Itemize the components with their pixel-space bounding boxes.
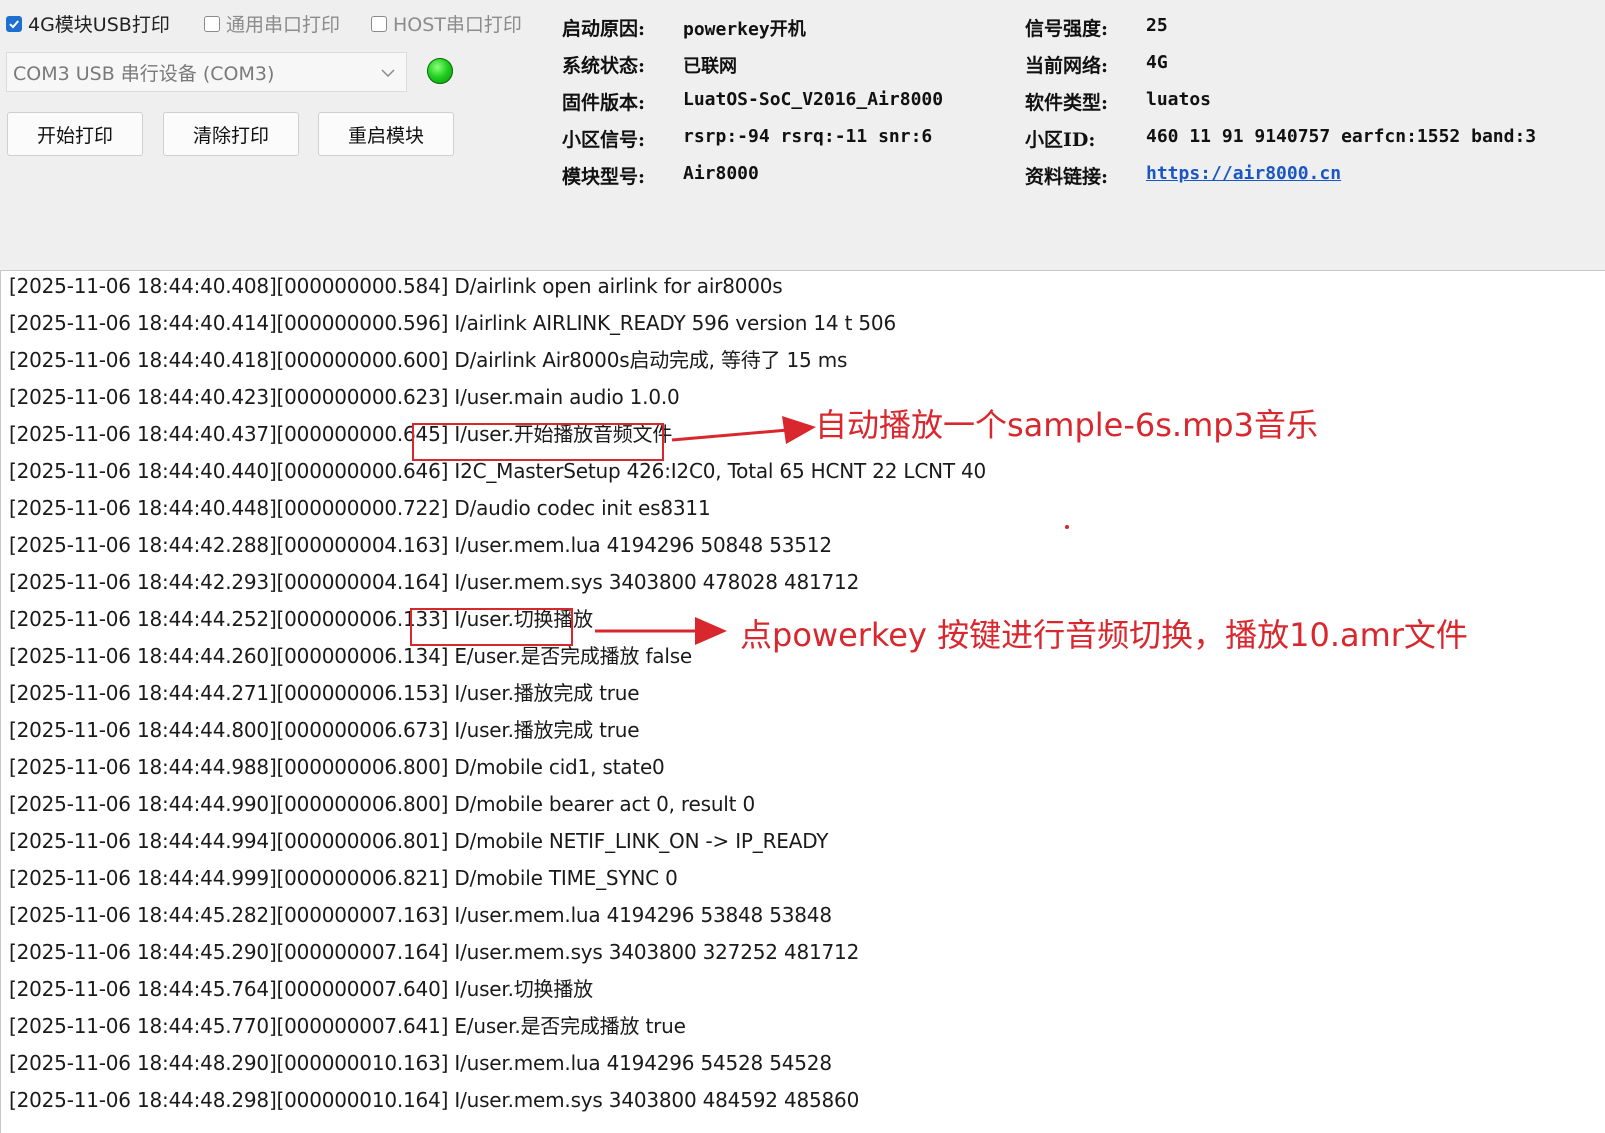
- info-label: 软件类型:: [1025, 92, 1109, 114]
- info-label: 启动原因:: [562, 18, 646, 40]
- log-line: [2025-11-06 18:44:44.988][000000006.800]…: [9, 755, 665, 779]
- highlight-box-switch-playback: [410, 608, 573, 646]
- log-line: [2025-11-06 18:44:45.282][000000007.163]…: [9, 903, 832, 927]
- log-line: [2025-11-06 18:44:40.408][000000000.584]…: [9, 274, 783, 298]
- log-line: [2025-11-06 18:44:45.770][000000007.641]…: [9, 1014, 686, 1038]
- port-select[interactable]: COM3 USB 串行设备 (COM3): [6, 52, 407, 92]
- log-line: [2025-11-06 18:44:44.994][000000006.801]…: [9, 829, 829, 853]
- start-print-button[interactable]: 开始打印: [7, 112, 143, 156]
- info-label: 固件版本:: [562, 92, 646, 114]
- port-select-value: COM3 USB 串行设备 (COM3): [13, 62, 275, 85]
- info-value: LuatOS-SoC_V2016_Air8000: [683, 89, 944, 110]
- log-line: [2025-11-06 18:44:42.288][000000004.163]…: [9, 533, 832, 557]
- info-value: rsrp:-94 rsrq:-11 snr:6: [683, 126, 933, 147]
- annotation-auto-play: 自动播放一个sample-6s.mp3音乐: [815, 406, 1318, 444]
- info-label: 信号强度:: [1025, 18, 1109, 40]
- info-label: 模块型号:: [562, 166, 646, 188]
- uart-print-checkbox[interactable]: 通用串口打印: [204, 10, 340, 37]
- info-label: 小区ID:: [1025, 129, 1096, 151]
- log-line: [2025-11-06 18:44:44.800][000000006.673]…: [9, 718, 640, 742]
- info-label: 当前网络:: [1025, 55, 1109, 77]
- log-line: [2025-11-06 18:44:48.290][000000010.163]…: [9, 1051, 832, 1075]
- checkbox-checked-icon: [6, 15, 22, 32]
- log-line: [2025-11-06 18:44:48.298][000000010.164]…: [9, 1088, 860, 1112]
- restart-module-button[interactable]: 重启模块: [318, 112, 454, 156]
- info-value: 460 11 91 9140757 earfcn:1552 band:3: [1146, 126, 1537, 147]
- log-line: [2025-11-06 18:44:44.990][000000006.800]…: [9, 792, 755, 816]
- info-value: 4G: [1146, 52, 1168, 73]
- info-value: luatos: [1146, 89, 1212, 110]
- host-uart-print-checkbox[interactable]: HOST串口打印: [371, 10, 522, 37]
- top-control-panel: 4G模块USB打印 通用串口打印 HOST串口打印 COM3 USB 串行设备 …: [0, 0, 1605, 268]
- info-label: 资料链接:: [1025, 166, 1109, 188]
- host-uart-print-label: HOST串口打印: [393, 14, 522, 36]
- log-line: [2025-11-06 18:44:44.260][000000006.134]…: [9, 644, 693, 668]
- log-output[interactable]: [2025-11-06 18:44:40.408][000000000.584]…: [0, 270, 1605, 1133]
- info-value: 已联网: [683, 56, 737, 77]
- clear-print-button[interactable]: 清除打印: [163, 112, 299, 156]
- log-line: [2025-11-06 18:44:44.999][000000006.821]…: [9, 866, 678, 890]
- info-label: 系统状态:: [562, 55, 646, 77]
- stray-mark: [1065, 525, 1069, 529]
- log-line: [2025-11-06 18:44:45.764][000000007.640]…: [9, 977, 593, 1001]
- doc-link[interactable]: https://air8000.cn: [1146, 163, 1341, 184]
- uart-print-label: 通用串口打印: [226, 14, 341, 36]
- arrow-right-icon: [671, 416, 816, 444]
- annotation-powerkey-switch: 点powerkey 按键进行音频切换，播放10.amr文件: [740, 616, 1468, 654]
- log-line: [2025-11-06 18:44:40.418][000000000.600]…: [9, 348, 848, 372]
- log-line: [2025-11-06 18:44:40.448][000000000.722]…: [9, 496, 711, 520]
- usb-print-checkbox[interactable]: 4G模块USB打印: [6, 10, 170, 37]
- info-value: 25: [1146, 15, 1168, 36]
- connection-status-led-icon: [427, 58, 453, 84]
- info-label: 小区信号:: [562, 129, 646, 151]
- log-line: [2025-11-06 18:44:44.271][000000006.153]…: [9, 681, 640, 705]
- log-line: [2025-11-06 18:44:40.423][000000000.623]…: [9, 385, 680, 409]
- highlight-box-start-playback: [412, 423, 664, 461]
- checkbox-empty-icon: [204, 15, 220, 32]
- log-line: [2025-11-06 18:44:40.414][000000000.596]…: [9, 311, 896, 335]
- chevron-down-icon: [380, 61, 396, 83]
- info-value: Air8000: [683, 163, 759, 184]
- log-line: [2025-11-06 18:44:45.290][000000007.164]…: [9, 940, 860, 964]
- log-line: [2025-11-06 18:44:42.293][000000004.164]…: [9, 570, 860, 594]
- info-value: powerkey开机: [683, 19, 806, 40]
- usb-print-label: 4G模块USB打印: [28, 14, 170, 36]
- checkbox-empty-icon: [371, 15, 387, 32]
- arrow-right-icon: [595, 617, 727, 645]
